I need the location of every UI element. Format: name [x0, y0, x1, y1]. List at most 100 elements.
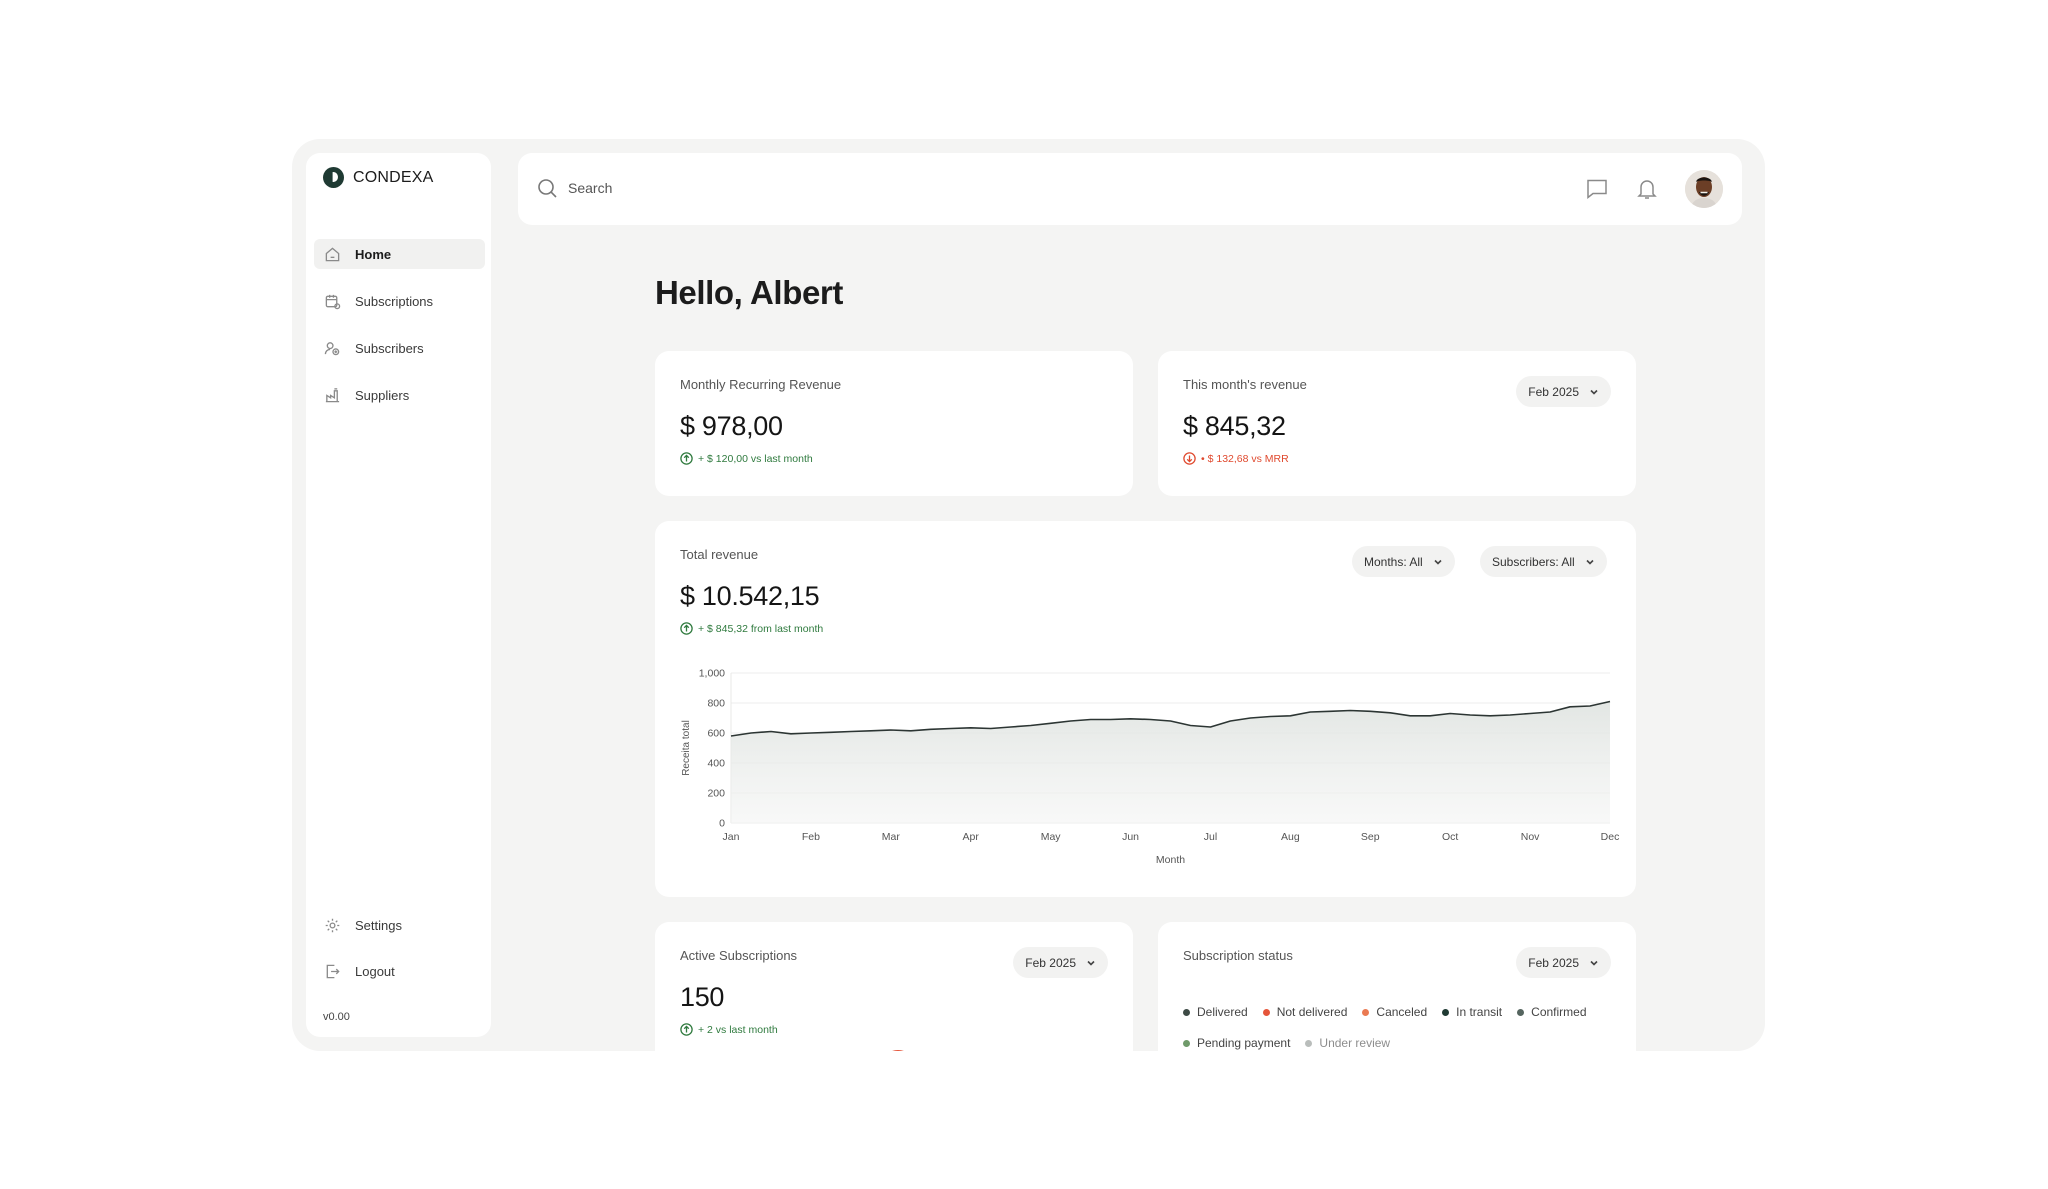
subscriptions-filter-dropdown[interactable]: Feb 2025	[1013, 947, 1108, 978]
legend-item: Confirmed	[1517, 1005, 1587, 1019]
y-tick-label: 600	[707, 728, 725, 740]
sidebar-item-label: Logout	[355, 963, 395, 979]
donut-chart-segment	[880, 1050, 916, 1051]
y-tick-label: 400	[707, 758, 725, 770]
legend-item: Under review	[1305, 1036, 1390, 1050]
greeting-heading: Hello, Albert	[655, 274, 843, 311]
status-legend: Delivered Not delivered Canceled In transit…	[1183, 1005, 1613, 1050]
x-tick-label: Sep	[1361, 831, 1380, 843]
legend-label: Pending payment	[1197, 1036, 1291, 1050]
x-tick-label: May	[1041, 831, 1062, 843]
legend-item: In transit	[1442, 1005, 1502, 1019]
x-tick-label: Nov	[1521, 831, 1540, 843]
mrr-card: Monthly Recurring Revenue $ 978,00 + $ 1…	[655, 351, 1133, 496]
sidebar-item-subscribers[interactable]: Subscribers	[314, 333, 485, 363]
brand[interactable]: CONDEXA	[323, 167, 434, 188]
sidebar-item-subscriptions[interactable]: Subscriptions	[314, 286, 485, 316]
legend-label: Delivered	[1197, 1005, 1248, 1019]
x-tick-label: Mar	[882, 831, 901, 843]
sidebar-item-label: Settings	[355, 917, 402, 933]
chevron-down-icon	[1590, 389, 1598, 395]
x-axis-label: Month	[1156, 854, 1185, 866]
arrow-up-circle-icon	[680, 452, 693, 465]
legend-label: Confirmed	[1531, 1005, 1587, 1019]
month-revenue-value: $ 845,32	[1183, 411, 1286, 441]
subscription-status-card: Subscription status Feb 2025 Delivered No…	[1158, 922, 1636, 1051]
sidebar-item-label: Subscriptions	[355, 293, 434, 309]
legend-dot	[1517, 1008, 1525, 1016]
delta-text: + 2 vs last month	[698, 1023, 778, 1036]
y-tick-label: 1,000	[699, 668, 725, 680]
factory-icon	[325, 387, 340, 402]
chevron-down-icon	[1590, 960, 1598, 966]
delta-text: • $ 132,68 vs MRR	[1201, 452, 1289, 465]
sidebar-item-label: Home	[355, 246, 392, 262]
y-tick-label: 200	[707, 788, 725, 800]
card-label: Monthly Recurring Revenue	[680, 377, 842, 392]
legend-dot	[1305, 1039, 1313, 1047]
total-revenue-card: Total revenue Months: All Subscribers: A…	[655, 521, 1636, 897]
sidebar-nav: Home Subscriptions Subscribers Suppliers	[314, 239, 485, 427]
sidebar-item-home[interactable]: Home	[314, 239, 485, 269]
mrr-delta: + $ 120,00 vs last month	[680, 452, 813, 465]
revenue-area-chart: 0 200 400 600 800 1,000 Jan Feb Mar Apr May Jun Jul A…	[681, 668, 1620, 867]
card-label: This month's revenue	[1183, 377, 1307, 392]
sidebar-item-logout[interactable]: Logout	[314, 956, 485, 986]
card-label: Active Subscriptions	[680, 948, 798, 963]
dropdown-value: Feb 2025	[1528, 955, 1579, 970]
sidebar-bottom-nav: Settings Logout	[314, 910, 485, 1002]
y-axis-label: Receita total	[681, 720, 692, 776]
month-filter-dropdown[interactable]: Feb 2025	[1516, 376, 1611, 407]
legend-label: Under review	[1319, 1036, 1391, 1050]
chevron-down-icon	[1087, 960, 1095, 966]
user-avatar[interactable]	[1685, 170, 1723, 208]
legend-item: Canceled	[1362, 1005, 1427, 1019]
sidebar-item-suppliers[interactable]: Suppliers	[314, 380, 485, 410]
x-tick-label: Dec	[1601, 831, 1620, 843]
legend-label: Canceled	[1376, 1005, 1428, 1019]
status-filter-dropdown[interactable]: Feb 2025	[1516, 947, 1611, 978]
legend-dot	[1442, 1008, 1450, 1016]
notifications-button[interactable]	[1634, 176, 1660, 202]
brand-name: CONDEXA	[353, 168, 434, 186]
legend-item: Delivered	[1183, 1005, 1248, 1019]
dropdown-value: Feb 2025	[1025, 955, 1076, 970]
search-icon	[538, 179, 557, 198]
home-icon	[325, 246, 340, 261]
sidebar-item-label: Suppliers	[355, 387, 410, 403]
x-tick-label: Jun	[1122, 831, 1139, 843]
legend-item: Pending payment	[1183, 1036, 1290, 1050]
card-label: Subscription status	[1183, 948, 1293, 963]
users-icon	[324, 341, 340, 355]
x-tick-label: Jan	[723, 831, 740, 843]
x-tick-label: Feb	[802, 831, 820, 843]
arrow-down-circle-icon	[1183, 452, 1196, 465]
active-subscriptions-card: Active Subscriptions Feb 2025 150 + 2 vs…	[655, 922, 1133, 1051]
app-version: v0.00	[323, 1011, 350, 1023]
month-revenue-card: This month's revenue Feb 2025 $ 845,32 •…	[1158, 351, 1636, 496]
calendar-icon	[325, 294, 341, 309]
sidebar-item-settings[interactable]: Settings	[314, 910, 485, 940]
logout-icon	[326, 964, 340, 978]
search-input[interactable]	[568, 180, 868, 196]
gear-icon	[325, 918, 340, 932]
app-window: CONDEXA Home Subscriptions Subscribers S…	[292, 139, 1765, 1051]
x-tick-label: Apr	[963, 831, 980, 843]
bell-icon	[1637, 180, 1657, 199]
arrow-up-circle-icon	[680, 1023, 693, 1036]
avatar-image	[1685, 170, 1723, 208]
revenue-area	[731, 701, 1610, 823]
message-icon	[1587, 179, 1607, 200]
y-tick-label: 800	[707, 698, 725, 710]
legend-label: Not delivered	[1276, 1005, 1348, 1019]
messages-button[interactable]	[1584, 176, 1610, 202]
legend-dot	[1183, 1039, 1190, 1047]
legend-dot	[1362, 1008, 1370, 1016]
x-tick-label: Oct	[1442, 831, 1458, 843]
active-subscriptions-value: 150	[680, 982, 725, 1012]
legend-dot	[1183, 1008, 1190, 1016]
search-bar[interactable]	[536, 177, 868, 199]
legend-item: Not delivered	[1262, 1005, 1348, 1019]
y-tick-label: 0	[719, 818, 725, 830]
month-revenue-delta: • $ 132,68 vs MRR	[1183, 452, 1289, 465]
